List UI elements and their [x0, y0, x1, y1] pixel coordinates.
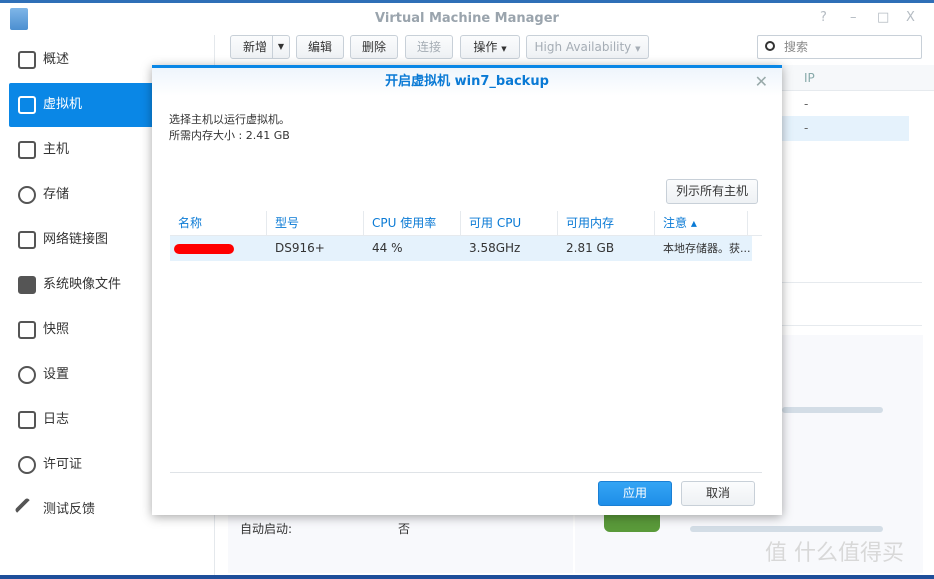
table-row[interactable]: DS916+ 44 % 3.58GHz 2.81 GB 本地存储器。获...: [170, 236, 752, 261]
gear-icon: [18, 366, 36, 384]
close-icon[interactable]: X: [906, 10, 915, 25]
column-mem-available[interactable]: 可用内存: [558, 211, 655, 236]
sidebar-item-label: 网络链接图: [43, 232, 109, 247]
vm-list-background: IP - -: [782, 65, 934, 141]
cell-model: DS916+: [275, 241, 325, 255]
sidebar-item-label: 日志: [43, 412, 70, 427]
usage-bar: [690, 526, 883, 532]
snapshot-icon: [18, 321, 36, 339]
sidebar-item-label: 主机: [43, 142, 70, 157]
column-model[interactable]: 型号: [267, 211, 364, 236]
start-vm-dialog: 开启虚拟机 win7_backup ✕ 选择主机以运行虚拟机。 所需内存大小 :…: [152, 65, 782, 515]
ip-value: -: [804, 97, 809, 111]
dialog-title: 开启虚拟机 win7_backup: [152, 68, 782, 96]
log-icon: [18, 411, 36, 429]
sidebar-item-label: 存储: [43, 187, 70, 202]
search-input[interactable]: 搜索: [757, 35, 922, 59]
column-cpu-available[interactable]: 可用 CPU: [461, 211, 558, 236]
minimize-icon[interactable]: –: [850, 10, 857, 25]
sidebar-item-label: 系统映像文件: [43, 277, 122, 292]
chevron-down-icon[interactable]: ▼: [272, 36, 289, 58]
cell-mem-available: 2.81 GB: [566, 241, 615, 255]
usage-bar: [782, 407, 883, 413]
search-icon: [765, 41, 775, 51]
app-icon: [10, 8, 28, 30]
sidebar-item-label: 许可证: [43, 457, 83, 472]
host-icon: [18, 141, 36, 159]
column-note[interactable]: 注意 ▴: [655, 211, 748, 236]
action-button[interactable]: 操作 ▼: [460, 35, 520, 59]
sidebar-item-label: 概述: [43, 52, 70, 67]
dsm-image-icon: [18, 276, 36, 294]
new-button[interactable]: 新增 ▼: [230, 35, 290, 59]
ha-button[interactable]: High Availability ▼: [526, 35, 649, 59]
close-icon[interactable]: ✕: [755, 72, 768, 91]
action-label: 操作: [473, 40, 498, 54]
ip-column-header: IP: [804, 71, 815, 85]
redacted-host-name: [174, 244, 234, 254]
new-label: 新增: [243, 40, 268, 54]
autostart-value: 否: [398, 522, 411, 536]
watermark-logo: 值 什么值得买: [765, 541, 904, 566]
sidebar-item-label: 测试反馈: [43, 502, 96, 517]
search-placeholder: 搜索: [784, 40, 809, 54]
storage-icon: [18, 186, 36, 204]
autostart-label: 自动启动:: [240, 522, 293, 536]
sidebar-item-label: 快照: [43, 322, 70, 337]
ip-value: -: [804, 121, 809, 135]
column-cpu-usage[interactable]: CPU 使用率: [364, 211, 461, 236]
sidebar-item-label: 设置: [43, 367, 70, 382]
network-icon: [18, 231, 36, 249]
connect-button[interactable]: 连接: [405, 35, 453, 59]
chevron-down-icon: ▼: [501, 45, 507, 53]
ha-label: High Availability: [534, 40, 632, 54]
column-name[interactable]: 名称: [170, 211, 267, 236]
wrench-icon: [14, 497, 40, 523]
maximize-icon[interactable]: □: [877, 10, 889, 25]
chevron-down-icon: ▼: [635, 45, 641, 53]
vm-icon: [18, 96, 36, 114]
key-icon: [18, 456, 36, 474]
delete-button[interactable]: 删除: [350, 35, 398, 59]
cell-cpu-available: 3.58GHz: [469, 241, 521, 255]
edit-button[interactable]: 编辑: [296, 35, 344, 59]
taskbar-edge: [0, 575, 934, 579]
cell-note: 本地存储器。获...: [663, 242, 751, 255]
sidebar-item-label: 虚拟机: [43, 97, 83, 112]
window-title: Virtual Machine Manager: [0, 3, 934, 35]
divider: [170, 472, 762, 473]
memory-required: 所需内存大小 : 2.41 GB: [169, 129, 290, 142]
overview-icon: [18, 51, 36, 69]
apply-button[interactable]: 应用: [598, 481, 672, 506]
table-header: 名称 型号 CPU 使用率 可用 CPU 可用内存 注意 ▴: [170, 211, 762, 236]
help-icon[interactable]: ?: [820, 10, 827, 25]
cancel-button[interactable]: 取消: [681, 481, 755, 506]
instruction-text: 选择主机以运行虚拟机。: [169, 113, 290, 126]
list-all-hosts-button[interactable]: 列示所有主机: [666, 179, 758, 204]
cell-cpu-usage: 44 %: [372, 241, 403, 255]
